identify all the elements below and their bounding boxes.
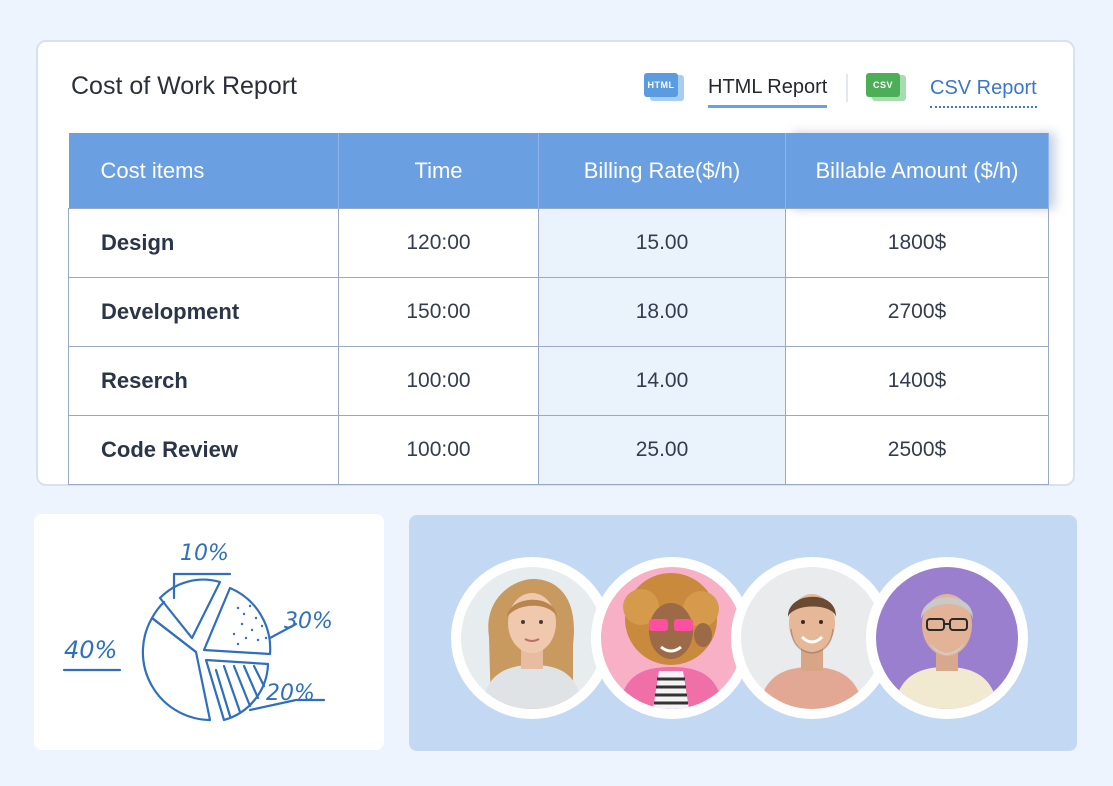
table-row: Design 120:00 15.00 1800$ bbox=[68, 208, 1049, 278]
table-row: Development 150:00 18.00 2700$ bbox=[68, 277, 1049, 347]
cell-rate: 14.00 bbox=[538, 346, 786, 416]
tab-csv-label: CSV Report bbox=[930, 77, 1037, 108]
header-billable-amount: Billable Amount ($/h) bbox=[785, 133, 1049, 209]
cell-item: Design bbox=[68, 208, 339, 278]
cell-amount: 2700$ bbox=[785, 277, 1049, 347]
cell-rate: 25.00 bbox=[538, 415, 786, 485]
label-10: 10% bbox=[180, 541, 229, 566]
team-avatars-card bbox=[409, 515, 1077, 751]
header-cost-items: Cost items bbox=[68, 133, 339, 209]
table-row: Code Review 100:00 25.00 2500$ bbox=[68, 415, 1049, 485]
cell-rate: 18.00 bbox=[538, 277, 786, 347]
tab-divider bbox=[846, 74, 848, 102]
avatar-woman-blonde bbox=[451, 557, 613, 719]
header-time: Time bbox=[338, 133, 539, 209]
cell-time: 100:00 bbox=[338, 346, 539, 416]
cell-item: Reserch bbox=[68, 346, 339, 416]
sketch-card: 10% 30% 40% 20% bbox=[34, 514, 384, 750]
hand-drawn-pie-sketch: 10% 30% 40% 20% bbox=[62, 541, 333, 722]
avatar-man-grey-glasses bbox=[866, 557, 1028, 719]
label-30: 30% bbox=[284, 609, 333, 634]
cost-table: Cost items Time Billing Rate($/h) Billab… bbox=[68, 133, 1049, 485]
avatar-woman-curly-pink-glasses bbox=[591, 557, 753, 719]
label-20: 20% bbox=[266, 681, 315, 706]
label-40: 40% bbox=[64, 636, 117, 664]
cell-amount: 2500$ bbox=[785, 415, 1049, 485]
tab-csv-report[interactable]: CSV CSV Report bbox=[866, 70, 1037, 108]
html-file-icon: HTML bbox=[644, 73, 686, 105]
tab-html-label: HTML Report bbox=[708, 76, 828, 108]
cell-time: 150:00 bbox=[338, 277, 539, 347]
cell-amount: 1400$ bbox=[785, 346, 1049, 416]
table-row: Reserch 100:00 14.00 1400$ bbox=[68, 346, 1049, 416]
csv-file-icon: CSV bbox=[866, 73, 908, 105]
report-title: Cost of Work Report bbox=[71, 72, 298, 100]
report-card: Cost of Work Report HTML HTML Report CSV… bbox=[36, 40, 1075, 486]
tab-html-report[interactable]: HTML HTML Report bbox=[644, 70, 828, 108]
cell-time: 120:00 bbox=[338, 208, 539, 278]
cell-amount: 1800$ bbox=[785, 208, 1049, 278]
cell-time: 100:00 bbox=[338, 415, 539, 485]
header-billing-rate: Billing Rate($/h) bbox=[538, 133, 786, 209]
cell-item: Code Review bbox=[68, 415, 339, 485]
cell-rate: 15.00 bbox=[538, 208, 786, 278]
cell-item: Development bbox=[68, 277, 339, 347]
table-header-row: Cost items Time Billing Rate($/h) Billab… bbox=[68, 133, 1049, 209]
